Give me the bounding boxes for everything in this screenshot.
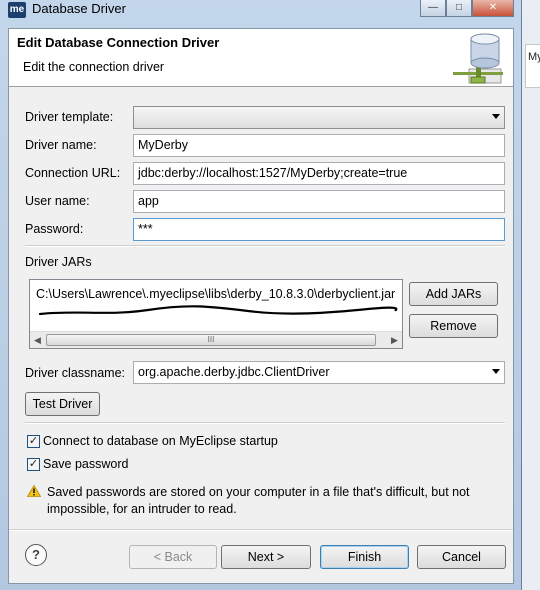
finish-button[interactable]: Finish	[320, 545, 409, 569]
dialog-banner: Edit Database Connection Driver Edit the…	[9, 29, 513, 87]
cancel-button[interactable]: Cancel	[417, 545, 506, 569]
test-driver-button[interactable]: Test Driver	[25, 392, 100, 416]
myeclipse-app-icon: me	[8, 2, 26, 18]
separator	[25, 422, 505, 424]
chevron-down-icon	[492, 369, 500, 374]
driver-template-label: Driver template:	[25, 110, 114, 124]
driver-jars-list[interactable]: C:\Users\Lawrence\.myeclipse\libs\derby_…	[29, 279, 403, 349]
database-driver-window: me Database Driver — □ ✕ Edit Database C…	[0, 0, 522, 590]
background-tab: My	[525, 44, 540, 88]
banner-subtitle: Edit the connection driver	[23, 60, 165, 74]
connection-url-label: Connection URL:	[25, 166, 121, 180]
next-button[interactable]: Next >	[221, 545, 311, 569]
dialog-client-area: Edit Database Connection Driver Edit the…	[8, 28, 514, 584]
remove-button[interactable]: Remove	[409, 314, 498, 338]
warning-text: Saved passwords are stored on your compu…	[47, 485, 470, 516]
separator	[25, 245, 505, 247]
back-button[interactable]: < Back	[129, 545, 217, 569]
add-jars-button[interactable]: Add JARs	[409, 282, 498, 306]
close-button[interactable]: ✕	[472, 0, 514, 17]
background-window-edge: My	[520, 0, 540, 590]
help-icon[interactable]: ?	[25, 544, 47, 566]
database-icon	[453, 33, 503, 84]
driver-name-input[interactable]: MyDerby	[133, 134, 505, 157]
connection-url-input[interactable]: jdbc:derby://localhost:1527/MyDerby;crea…	[133, 162, 505, 185]
maximize-button[interactable]: □	[446, 0, 472, 17]
scroll-right-icon[interactable]: ▶	[388, 334, 401, 346]
driver-jars-label: Driver JARs	[25, 255, 92, 269]
list-item[interactable]: C:\Users\Lawrence\.myeclipse\libs\derby_…	[36, 287, 398, 301]
password-input[interactable]: ***	[133, 218, 505, 241]
save-password-checkbox[interactable]: ✓	[27, 458, 40, 471]
chevron-down-icon	[492, 114, 500, 119]
horizontal-scrollbar[interactable]: ◀ III ▶	[30, 331, 402, 348]
driver-template-combo[interactable]	[133, 106, 505, 129]
save-password-label[interactable]: Save password	[43, 457, 128, 471]
window-title: Database Driver	[32, 1, 126, 16]
driver-classname-value: org.apache.derby.jdbc.ClientDriver	[138, 365, 330, 379]
user-name-input[interactable]: app	[133, 190, 505, 213]
driver-classname-combo[interactable]: org.apache.derby.jdbc.ClientDriver	[133, 361, 505, 384]
scroll-left-icon[interactable]: ◀	[31, 334, 44, 346]
scroll-thumb[interactable]: III	[46, 334, 376, 346]
banner-title: Edit Database Connection Driver	[17, 35, 220, 50]
title-bar[interactable]: me Database Driver — □ ✕	[0, 0, 522, 22]
connect-on-startup-checkbox[interactable]: ✓	[27, 435, 40, 448]
warning-icon	[27, 485, 41, 497]
driver-classname-label: Driver classname:	[25, 366, 126, 380]
user-name-label: User name:	[25, 194, 90, 208]
separator	[9, 529, 513, 531]
redaction-scribble	[38, 305, 398, 316]
password-label: Password:	[25, 222, 84, 236]
minimize-button[interactable]: —	[420, 0, 446, 17]
driver-name-label: Driver name:	[25, 138, 97, 152]
connect-on-startup-label[interactable]: Connect to database on MyEclipse startup	[43, 434, 278, 448]
